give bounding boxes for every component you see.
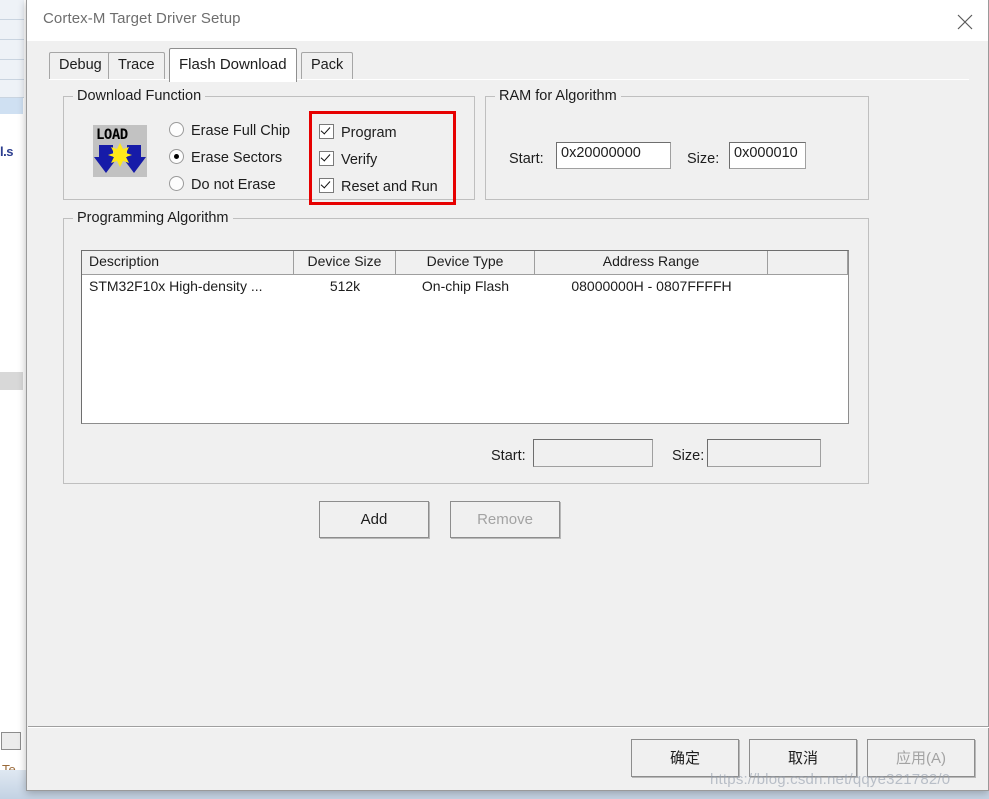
radio-erase-sectors[interactable]: Erase Sectors — [169, 149, 282, 166]
radio-label-erase-sectors: Erase Sectors — [191, 150, 283, 166]
background-strip — [0, 80, 24, 98]
background-selected-row — [0, 98, 23, 114]
table-row[interactable]: STM32F10x High-density ... 512k On-chip … — [82, 275, 848, 299]
cell-device-type: On-chip Flash — [421, 278, 510, 294]
footer-separator — [28, 726, 989, 728]
radio-erase-full-chip[interactable]: Erase Full Chip — [169, 122, 290, 139]
cell-spacer — [768, 275, 848, 299]
tab-pack[interactable]: Pack — [301, 52, 354, 80]
checkbox-mark-verify — [319, 151, 334, 166]
dialog-title: Cortex-M Target Driver Setup — [43, 10, 241, 27]
background-strip — [0, 40, 24, 60]
column-header-description[interactable]: Description — [82, 251, 294, 274]
tab-flash-download[interactable]: Flash Download — [169, 48, 297, 82]
algo-size-input[interactable] — [707, 439, 821, 467]
cell-description: STM32F10x High-density ... — [89, 278, 263, 294]
add-button[interactable]: Add — [319, 501, 429, 538]
background-text-fragment: l.s — [0, 144, 13, 159]
radio-mark-erase-sectors — [169, 149, 184, 164]
radio-do-not-erase[interactable]: Do not Erase — [169, 176, 276, 193]
radio-mark-erase-full-chip — [169, 122, 184, 137]
column-header-device-type[interactable]: Device Type — [396, 251, 535, 274]
tab-trace[interactable]: Trace — [108, 52, 165, 80]
algo-start-label: Start: — [491, 448, 526, 464]
dialog-titlebar: Cortex-M Target Driver Setup — [27, 0, 988, 41]
cortex-m-target-driver-setup-dialog: Cortex-M Target Driver Setup Debug Trace… — [26, 0, 989, 791]
checkbox-label-program: Program — [341, 125, 397, 141]
background-grey-row — [0, 372, 23, 390]
ram-for-algorithm-group: RAM for Algorithm — [485, 88, 869, 200]
load-icon-label: LOAD — [96, 127, 128, 143]
apply-button: 应用(A) — [867, 739, 975, 777]
algo-start-input[interactable] — [533, 439, 653, 467]
ram-start-input[interactable]: 0x20000000 — [556, 142, 671, 169]
ram-start-label: Start: — [509, 151, 544, 167]
checkbox-label-verify: Verify — [341, 152, 378, 168]
background-strip — [0, 20, 24, 40]
column-header-spacer[interactable] — [768, 251, 848, 274]
background-strip — [0, 0, 24, 20]
ram-size-input[interactable]: 0x000010 — [729, 142, 806, 169]
remove-button: Remove — [450, 501, 560, 538]
ram-size-label: Size: — [687, 151, 720, 167]
cell-device-size: 512k — [329, 278, 361, 294]
programming-algorithm-table[interactable]: Description Device Size Device Type Addr… — [81, 250, 849, 424]
checkbox-program[interactable]: Program — [319, 124, 397, 141]
radio-label-erase-full-chip: Erase Full Chip — [191, 123, 291, 139]
ok-button[interactable]: 确定 — [631, 739, 739, 777]
algo-size-label: Size: — [672, 448, 705, 464]
checkbox-label-reset-and-run: Reset and Run — [341, 179, 438, 195]
tabstrip: Debug Trace Flash Download Pack — [49, 48, 969, 82]
checkbox-verify[interactable]: Verify — [319, 151, 377, 168]
programming-algorithm-legend: Programming Algorithm — [73, 210, 233, 226]
cancel-button[interactable]: 取消 — [749, 739, 857, 777]
load-icon: LOAD — [93, 125, 147, 177]
background-strip — [0, 60, 24, 80]
radio-mark-do-not-erase — [169, 176, 184, 191]
cell-address-range: 08000000H - 0807FFFFH — [571, 278, 732, 294]
close-icon[interactable] — [942, 0, 988, 39]
tab-debug[interactable]: Debug — [49, 52, 112, 80]
checkbox-mark-program — [319, 124, 334, 139]
download-function-legend: Download Function — [73, 88, 206, 104]
checkbox-reset-and-run[interactable]: Reset and Run — [319, 178, 438, 195]
checkbox-mark-reset-and-run — [319, 178, 334, 193]
background-toolbar-button — [1, 732, 21, 750]
column-header-address-range[interactable]: Address Range — [535, 251, 768, 274]
ram-for-algorithm-legend: RAM for Algorithm — [495, 88, 621, 104]
table-header-row: Description Device Size Device Type Addr… — [82, 251, 848, 275]
radio-label-do-not-erase: Do not Erase — [191, 177, 276, 193]
column-header-device-size[interactable]: Device Size — [294, 251, 396, 274]
